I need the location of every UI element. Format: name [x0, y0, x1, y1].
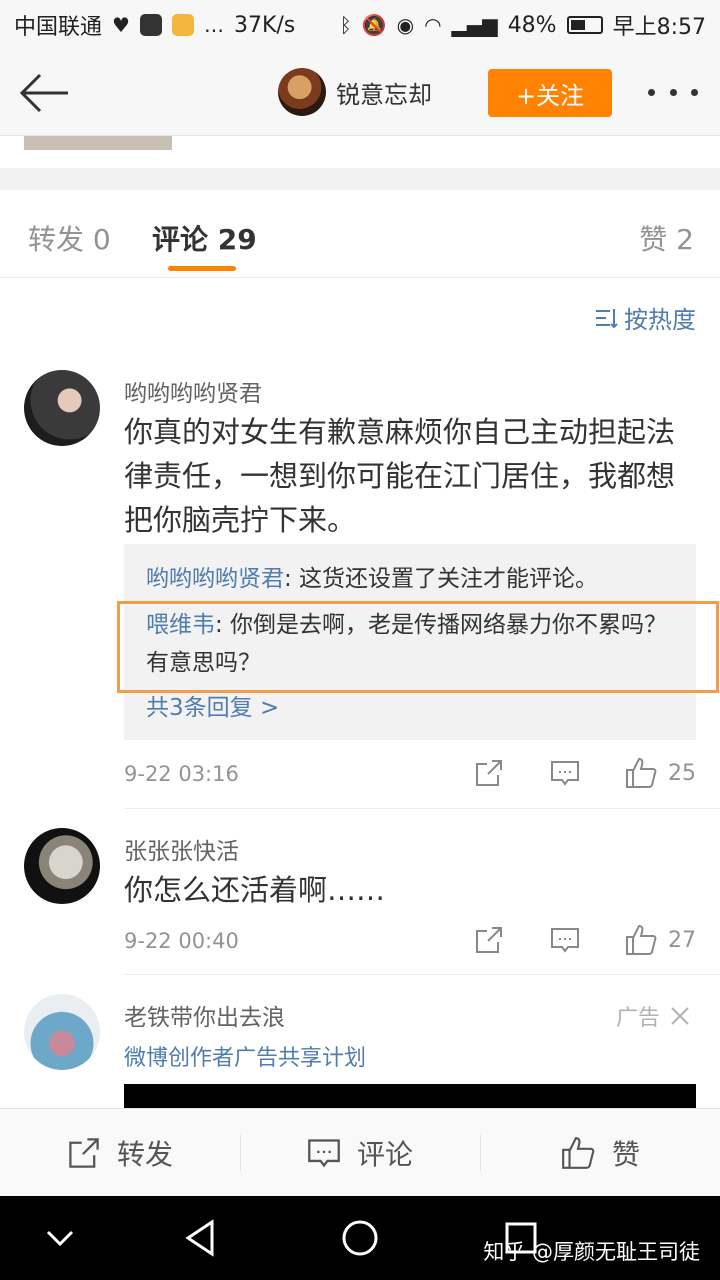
signal-icon: ▂▄▆	[451, 13, 498, 37]
network-speed: 37K/s	[233, 12, 296, 38]
thumbs-up-icon	[626, 924, 657, 955]
carrier-label: 中国联通	[14, 15, 103, 40]
tab-comments[interactable]: 评论 29	[152, 218, 257, 258]
comment-text: 你真的对女生有歉意麻烦你自己主动担起法律责任，一想到你可能在江门居住，我都想把你…	[124, 415, 676, 537]
share-icon	[476, 760, 502, 786]
comment-icon	[551, 928, 579, 953]
reply-text: : 这货还设置了关注才能评论。	[284, 566, 599, 592]
tab-likes[interactable]: 赞 2	[639, 218, 694, 258]
comment-time: 9-22 03:16	[124, 762, 239, 786]
nav-user[interactable]: 锐意忘却	[278, 68, 432, 116]
like-button[interactable]: 赞	[480, 1109, 720, 1196]
chevron-down-icon[interactable]	[44, 1218, 76, 1262]
post-image-partial[interactable]	[24, 136, 172, 150]
thumbs-up-icon	[626, 757, 657, 788]
comment-text: 你怎么还活着啊……	[124, 873, 386, 907]
reply-item: 哟哟哟哟贤君: 这货还设置了关注才能评论。	[146, 560, 676, 598]
bluetooth-icon: ᛒ	[339, 13, 352, 37]
repost-button[interactable]: 转发	[0, 1109, 240, 1196]
advertiser-name[interactable]: 老铁带你出去浪	[124, 998, 285, 1032]
back-triangle-icon[interactable]	[182, 1218, 218, 1262]
close-icon[interactable]	[670, 1006, 690, 1026]
bottom-toolbar: 转发 评论 赞	[0, 1108, 720, 1196]
commenter-name[interactable]: 张张张快活	[124, 832, 239, 866]
share-comment-button[interactable]	[474, 758, 504, 788]
commenter-name[interactable]: 哟哟哟哟贤君	[124, 374, 262, 408]
reply-comment-button[interactable]	[550, 925, 580, 955]
thumbs-up-icon	[562, 1136, 595, 1169]
like-count: 27	[668, 927, 696, 953]
like-comment-button[interactable]: 25	[624, 756, 696, 790]
reply-author[interactable]: 哟哟哟哟贤君	[146, 566, 284, 592]
comment-icon	[308, 1138, 340, 1167]
app-icon-yellow	[171, 14, 194, 36]
commenter-avatar[interactable]	[24, 370, 100, 446]
highlight-box	[117, 601, 719, 693]
ad-label: 广告	[615, 1006, 660, 1031]
tab-repost[interactable]: 转发 0	[28, 218, 111, 258]
share-icon	[476, 927, 502, 953]
home-circle-icon[interactable]	[340, 1218, 380, 1262]
active-tab-indicator	[168, 266, 236, 271]
like-count: 25	[668, 760, 696, 786]
advertiser-avatar[interactable]	[24, 994, 100, 1070]
mute-icon: 🔕	[361, 13, 387, 37]
clock: 早上8:57	[612, 15, 706, 40]
sort-button[interactable]: 按热度	[594, 300, 696, 335]
comment-divider	[124, 974, 720, 975]
comment-label: 评论	[356, 1137, 413, 1171]
follow-button[interactable]: +关注	[488, 69, 612, 117]
sort-label[interactable]: 按热度	[624, 300, 696, 335]
comment-divider	[124, 808, 720, 809]
back-arrow-icon[interactable]	[18, 72, 70, 114]
ad-video[interactable]	[124, 1084, 696, 1108]
top-nav-bar: 锐意忘却 +关注	[0, 50, 720, 136]
like-comment-button[interactable]: 27	[624, 923, 696, 957]
status-bar: 中国联通 ♥ … 37K/s ᛒ 🔕 ◉ ◠ ▂▄▆ 48% 早上8:57	[0, 0, 720, 50]
view-all-replies-link[interactable]: 共3条回复 >	[146, 688, 279, 722]
comment-icon	[551, 761, 579, 786]
battery-icon	[566, 16, 603, 34]
repost-label: 转发	[116, 1137, 173, 1171]
sort-icon	[596, 308, 618, 328]
comment-button[interactable]: 评论	[240, 1109, 480, 1196]
heart-icon: ♥	[112, 13, 130, 37]
eye-icon: ◉	[396, 13, 415, 37]
wifi-icon: ◠	[424, 13, 442, 37]
app-icon	[139, 14, 162, 36]
like-label: 赞	[611, 1137, 640, 1171]
more-options-icon[interactable]	[648, 80, 698, 104]
comment-time: 9-22 00:40	[124, 929, 239, 953]
ad-tag[interactable]: 广告	[616, 1000, 690, 1032]
user-avatar[interactable]	[278, 68, 326, 116]
ad-subtitle[interactable]: 微博创作者广告共享计划	[124, 1040, 366, 1072]
nav-username[interactable]: 锐意忘却	[336, 75, 432, 110]
battery-percent: 48%	[507, 12, 557, 38]
reply-comment-button[interactable]	[550, 758, 580, 788]
more-notifications-icon: …	[203, 13, 224, 37]
commenter-avatar[interactable]	[24, 828, 100, 904]
section-divider	[0, 168, 720, 190]
share-icon	[69, 1137, 99, 1168]
share-comment-button[interactable]	[474, 925, 504, 955]
watermark: 知乎 @厚颜无耻王司徒	[483, 1240, 700, 1264]
tab-bar: 转发 0 评论 29 赞 2	[0, 190, 720, 278]
